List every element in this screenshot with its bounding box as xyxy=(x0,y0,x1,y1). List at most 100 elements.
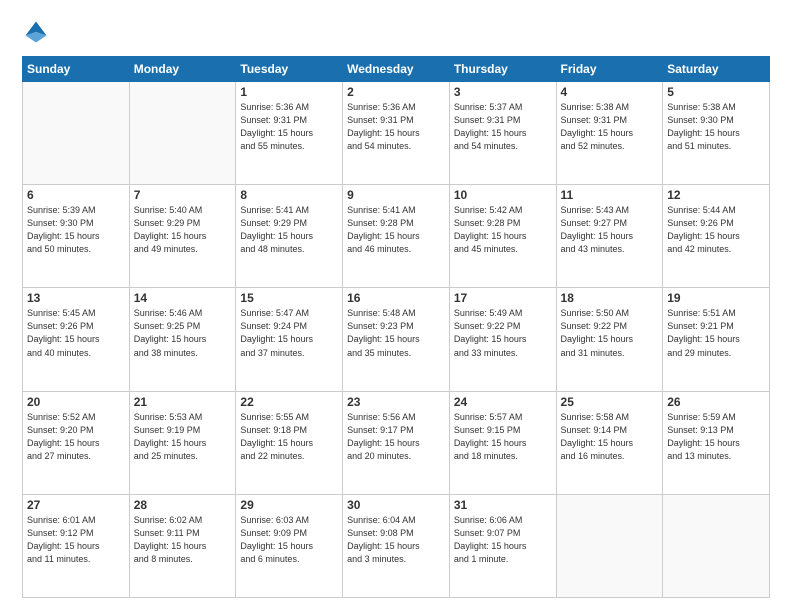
calendar-cell: 19Sunrise: 5:51 AM Sunset: 9:21 PM Dayli… xyxy=(663,288,770,391)
day-info: Sunrise: 5:44 AM Sunset: 9:26 PM Dayligh… xyxy=(667,204,765,256)
day-number: 19 xyxy=(667,291,765,305)
calendar-cell: 7Sunrise: 5:40 AM Sunset: 9:29 PM Daylig… xyxy=(129,185,236,288)
calendar-cell: 23Sunrise: 5:56 AM Sunset: 9:17 PM Dayli… xyxy=(343,391,450,494)
day-info: Sunrise: 5:56 AM Sunset: 9:17 PM Dayligh… xyxy=(347,411,445,463)
calendar-cell: 9 Sunrise: 5:41 AM Sunset: 9:28 PM Daylig… xyxy=(343,185,450,288)
calendar-cell: 8 Sunrise: 5:41 AM Sunset: 9:29 PM Daylig… xyxy=(236,185,343,288)
day-info: Sunrise: 5:59 AM Sunset: 9:13 PM Dayligh… xyxy=(667,411,765,463)
day-number: 29 xyxy=(240,498,338,512)
calendar-cell: 11 Sunrise: 5:43 AM Sunset: 9:27 PM Dayli… xyxy=(556,185,663,288)
calendar-cell xyxy=(23,82,130,185)
weekday-header: Monday xyxy=(129,57,236,82)
calendar-cell xyxy=(129,82,236,185)
calendar-cell: 16 Sunrise: 5:48 AM Sunset: 9:23 PM Dayli… xyxy=(343,288,450,391)
calendar-cell: 30 Sunrise: 6:04 AM Sunset: 9:08 PM Dayli… xyxy=(343,494,450,597)
day-info: Sunrise: 5:46 AM Sunset: 9:25 PM Dayligh… xyxy=(134,307,232,359)
day-number: 16 xyxy=(347,291,445,305)
day-number: 10 xyxy=(454,188,552,202)
day-info: Sunrise: 5:48 AM Sunset: 9:23 PM Dayligh… xyxy=(347,307,445,359)
weekday-header: Thursday xyxy=(449,57,556,82)
day-info: Sunrise: 5:41 AM Sunset: 9:28 PM Dayligh… xyxy=(347,204,445,256)
calendar-cell: 25 Sunrise: 5:58 AM Sunset: 9:14 PM Dayli… xyxy=(556,391,663,494)
calendar-cell: 18 Sunrise: 5:50 AM Sunset: 9:22 PM Dayli… xyxy=(556,288,663,391)
day-number: 15 xyxy=(240,291,338,305)
day-number: 5 xyxy=(667,85,765,99)
calendar-cell: 26 Sunrise: 5:59 AM Sunset: 9:13 PM Dayli… xyxy=(663,391,770,494)
day-info: Sunrise: 5:43 AM Sunset: 9:27 PM Dayligh… xyxy=(561,204,659,256)
calendar-cell: 6 Sunrise: 5:39 AM Sunset: 9:30 PM Daylig… xyxy=(23,185,130,288)
header xyxy=(22,18,770,46)
day-info: Sunrise: 5:58 AM Sunset: 9:14 PM Dayligh… xyxy=(561,411,659,463)
day-number: 18 xyxy=(561,291,659,305)
day-number: 25 xyxy=(561,395,659,409)
day-number: 11 xyxy=(561,188,659,202)
calendar-cell: 21Sunrise: 5:53 AM Sunset: 9:19 PM Dayli… xyxy=(129,391,236,494)
day-info: Sunrise: 5:36 AM Sunset: 9:31 PM Dayligh… xyxy=(347,101,445,153)
weekday-header: Saturday xyxy=(663,57,770,82)
page: SundayMondayTuesdayWednesdayThursdayFrid… xyxy=(0,0,792,612)
day-info: Sunrise: 5:38 AM Sunset: 9:31 PM Dayligh… xyxy=(561,101,659,153)
day-number: 8 xyxy=(240,188,338,202)
calendar-cell xyxy=(663,494,770,597)
day-info: Sunrise: 5:36 AM Sunset: 9:31 PM Dayligh… xyxy=(240,101,338,153)
day-number: 2 xyxy=(347,85,445,99)
weekday-header: Tuesday xyxy=(236,57,343,82)
calendar-cell: 31 Sunrise: 6:06 AM Sunset: 9:07 PM Dayli… xyxy=(449,494,556,597)
calendar: SundayMondayTuesdayWednesdayThursdayFrid… xyxy=(22,56,770,598)
day-number: 17 xyxy=(454,291,552,305)
day-info: Sunrise: 5:49 AM Sunset: 9:22 PM Dayligh… xyxy=(454,307,552,359)
day-info: Sunrise: 5:37 AM Sunset: 9:31 PM Dayligh… xyxy=(454,101,552,153)
calendar-cell: 22 Sunrise: 5:55 AM Sunset: 9:18 PM Dayli… xyxy=(236,391,343,494)
calendar-cell: 28 Sunrise: 6:02 AM Sunset: 9:11 PM Dayli… xyxy=(129,494,236,597)
weekday-header: Sunday xyxy=(23,57,130,82)
day-info: Sunrise: 5:52 AM Sunset: 9:20 PM Dayligh… xyxy=(27,411,125,463)
day-info: Sunrise: 5:47 AM Sunset: 9:24 PM Dayligh… xyxy=(240,307,338,359)
calendar-cell: 5Sunrise: 5:38 AM Sunset: 9:30 PM Daylig… xyxy=(663,82,770,185)
weekday-header: Friday xyxy=(556,57,663,82)
weekday-header-row: SundayMondayTuesdayWednesdayThursdayFrid… xyxy=(23,57,770,82)
day-number: 30 xyxy=(347,498,445,512)
day-info: Sunrise: 6:02 AM Sunset: 9:11 PM Dayligh… xyxy=(134,514,232,566)
day-number: 3 xyxy=(454,85,552,99)
calendar-cell: 1 Sunrise: 5:36 AM Sunset: 9:31 PM Daylig… xyxy=(236,82,343,185)
calendar-cell: 14 Sunrise: 5:46 AM Sunset: 9:25 PM Dayli… xyxy=(129,288,236,391)
day-number: 24 xyxy=(454,395,552,409)
day-number: 22 xyxy=(240,395,338,409)
logo-icon xyxy=(22,18,50,46)
weekday-header: Wednesday xyxy=(343,57,450,82)
day-info: Sunrise: 5:39 AM Sunset: 9:30 PM Dayligh… xyxy=(27,204,125,256)
day-number: 31 xyxy=(454,498,552,512)
day-info: Sunrise: 6:04 AM Sunset: 9:08 PM Dayligh… xyxy=(347,514,445,566)
day-number: 1 xyxy=(240,85,338,99)
calendar-cell: 4 Sunrise: 5:38 AM Sunset: 9:31 PM Daylig… xyxy=(556,82,663,185)
day-number: 9 xyxy=(347,188,445,202)
day-number: 6 xyxy=(27,188,125,202)
day-info: Sunrise: 5:55 AM Sunset: 9:18 PM Dayligh… xyxy=(240,411,338,463)
calendar-cell: 10 Sunrise: 5:42 AM Sunset: 9:28 PM Dayli… xyxy=(449,185,556,288)
calendar-cell: 27 Sunrise: 6:01 AM Sunset: 9:12 PM Dayli… xyxy=(23,494,130,597)
day-number: 27 xyxy=(27,498,125,512)
calendar-cell: 12 Sunrise: 5:44 AM Sunset: 9:26 PM Dayli… xyxy=(663,185,770,288)
day-number: 7 xyxy=(134,188,232,202)
day-number: 28 xyxy=(134,498,232,512)
calendar-cell: 3 Sunrise: 5:37 AM Sunset: 9:31 PM Daylig… xyxy=(449,82,556,185)
day-info: Sunrise: 5:50 AM Sunset: 9:22 PM Dayligh… xyxy=(561,307,659,359)
calendar-week-row: 27 Sunrise: 6:01 AM Sunset: 9:12 PM Dayli… xyxy=(23,494,770,597)
calendar-cell xyxy=(556,494,663,597)
calendar-cell: 29Sunrise: 6:03 AM Sunset: 9:09 PM Dayli… xyxy=(236,494,343,597)
calendar-cell: 24 Sunrise: 5:57 AM Sunset: 9:15 PM Dayli… xyxy=(449,391,556,494)
day-info: Sunrise: 5:53 AM Sunset: 9:19 PM Dayligh… xyxy=(134,411,232,463)
day-info: Sunrise: 5:41 AM Sunset: 9:29 PM Dayligh… xyxy=(240,204,338,256)
day-info: Sunrise: 6:01 AM Sunset: 9:12 PM Dayligh… xyxy=(27,514,125,566)
day-info: Sunrise: 5:57 AM Sunset: 9:15 PM Dayligh… xyxy=(454,411,552,463)
calendar-cell: 13Sunrise: 5:45 AM Sunset: 9:26 PM Dayli… xyxy=(23,288,130,391)
day-number: 14 xyxy=(134,291,232,305)
day-info: Sunrise: 6:06 AM Sunset: 9:07 PM Dayligh… xyxy=(454,514,552,566)
day-info: Sunrise: 5:45 AM Sunset: 9:26 PM Dayligh… xyxy=(27,307,125,359)
calendar-cell: 17 Sunrise: 5:49 AM Sunset: 9:22 PM Dayli… xyxy=(449,288,556,391)
day-number: 12 xyxy=(667,188,765,202)
day-info: Sunrise: 5:42 AM Sunset: 9:28 PM Dayligh… xyxy=(454,204,552,256)
calendar-cell: 2 Sunrise: 5:36 AM Sunset: 9:31 PM Daylig… xyxy=(343,82,450,185)
day-number: 26 xyxy=(667,395,765,409)
day-number: 4 xyxy=(561,85,659,99)
